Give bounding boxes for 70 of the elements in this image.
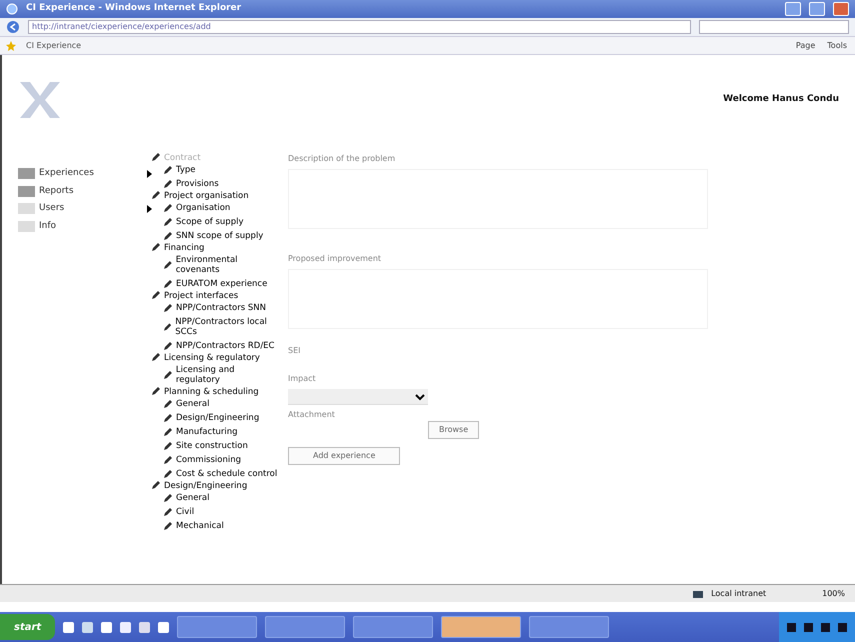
quick-launch-icon[interactable] — [63, 622, 74, 632]
star-icon — [6, 40, 16, 50]
tree-item[interactable]: Commissioning — [176, 455, 242, 465]
tree-item[interactable]: Planning & scheduling — [164, 387, 259, 397]
quick-launch-icon[interactable] — [82, 622, 94, 632]
tree-item[interactable]: SNN scope of supply — [176, 231, 264, 241]
quick-launch-icon[interactable] — [101, 622, 112, 632]
tree-item[interactable]: NPP/Contractors RD/EC — [176, 341, 274, 351]
zone-text: Local intranet — [711, 588, 766, 600]
taskbar-button[interactable] — [177, 616, 258, 638]
tree-item[interactable]: Scope of supply — [176, 217, 244, 227]
tree-item[interactable]: Financing — [164, 243, 204, 253]
taskbar-button[interactable] — [529, 616, 610, 638]
field-label: Description of the problem — [288, 153, 396, 165]
field-label: Impact — [288, 373, 317, 385]
tree-item[interactable]: Civil — [176, 507, 194, 517]
quick-launch-icon[interactable] — [139, 622, 150, 632]
window-title: CI Experience - Windows Internet Explorer — [26, 2, 242, 16]
browse-button[interactable]: Browse — [428, 421, 480, 439]
browser-icon — [6, 3, 18, 15]
menu-icon — [18, 186, 35, 197]
field-label: Proposed improvement — [288, 253, 382, 265]
tree-item[interactable]: Organisation — [176, 203, 230, 213]
back-icon[interactable] — [6, 20, 20, 34]
quick-launch-icon[interactable] — [158, 622, 170, 632]
quick-launch-icon[interactable] — [120, 622, 132, 632]
search-field[interactable] — [699, 20, 849, 34]
tree-item[interactable]: Site construction — [176, 441, 248, 451]
toolbar-button[interactable]: Tools — [825, 40, 849, 52]
network-icon — [693, 588, 704, 598]
tree-item[interactable]: Cost & schedule control — [176, 469, 278, 479]
taskbar-button[interactable] — [353, 616, 434, 638]
menu-icon — [18, 203, 35, 214]
field-label: SEI — [288, 345, 302, 357]
menu-item[interactable]: Experiences — [39, 167, 147, 180]
address-field[interactable]: http://intranet/ciexperience/experiences/add — [28, 20, 691, 34]
tree-item[interactable]: NPP/Contractors local SCCs — [175, 317, 280, 337]
taskbar-button[interactable] — [265, 616, 346, 638]
menu-icon — [18, 220, 35, 232]
tree-item[interactable]: Mechanical — [176, 521, 224, 531]
start-button[interactable]: start — [0, 614, 56, 640]
browser-tab[interactable]: CI Experience — [24, 40, 84, 52]
logo-icon — [18, 80, 62, 120]
tree-item[interactable]: General — [176, 493, 210, 503]
tree-item[interactable]: General — [176, 399, 210, 409]
tree-item[interactable]: EURATOM experience — [176, 279, 268, 289]
menu-icon — [18, 168, 35, 180]
close-button[interactable] — [833, 2, 849, 16]
add-experience-button[interactable]: Add experience — [288, 447, 400, 465]
toolbar-button[interactable]: Page — [794, 40, 818, 52]
menu-item[interactable]: Reports — [39, 184, 152, 198]
tree-item[interactable]: Environmental covenants — [176, 255, 280, 275]
tree-item[interactable]: Project organisation — [164, 191, 249, 201]
menu-item[interactable]: Users — [39, 202, 147, 216]
tree-item[interactable]: Project interfaces — [164, 291, 238, 301]
tree-item[interactable]: Licensing & regulatory — [164, 353, 260, 363]
tree-item[interactable]: Licensing and regulatory — [176, 365, 280, 385]
maximize-button[interactable] — [809, 2, 825, 16]
menu-item[interactable]: Info — [39, 220, 152, 233]
tree-item[interactable]: Design/Engineering — [176, 413, 260, 423]
tree-item[interactable]: Design/Engineering — [164, 481, 248, 491]
tree-item[interactable]: Manufacturing — [176, 427, 238, 437]
taskbar-button[interactable] — [441, 616, 522, 638]
pencil-icon — [164, 323, 172, 331]
minimize-button[interactable] — [785, 2, 801, 16]
pencil-icon — [164, 261, 172, 269]
zoom-level[interactable]: 100% — [822, 588, 845, 600]
field-label: Attachment — [288, 409, 336, 421]
tree-item[interactable]: NPP/Contractors SNN — [176, 303, 266, 313]
welcome-text: Welcome Hanus Condu — [723, 93, 839, 106]
